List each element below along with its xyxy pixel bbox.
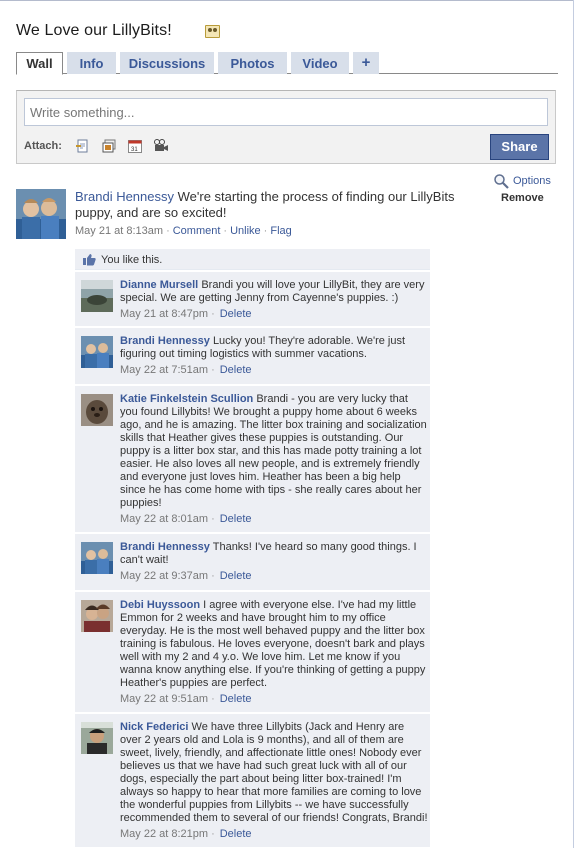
post-author-link[interactable]: Brandi Hennessy bbox=[75, 189, 174, 204]
avatar[interactable] bbox=[81, 542, 113, 574]
comment-meta: May 22 at 9:51am · Delete bbox=[120, 693, 428, 706]
attach-label: Attach: bbox=[24, 140, 62, 152]
tab-info[interactable]: Info bbox=[67, 52, 116, 74]
comment-text: I agree with everyone else. I've had my … bbox=[120, 599, 426, 689]
comment-body: Nick Federici We have three Lillybits (J… bbox=[120, 721, 428, 841]
photo-icon[interactable] bbox=[101, 138, 117, 154]
comment-timestamp: May 22 at 9:37am bbox=[120, 570, 209, 582]
tab-wall[interactable]: Wall bbox=[16, 52, 63, 75]
thumbs-up-icon bbox=[82, 253, 96, 266]
avatar[interactable] bbox=[81, 336, 113, 368]
avatar[interactable] bbox=[16, 189, 66, 239]
delete-comment-link[interactable]: Delete bbox=[220, 693, 252, 705]
magnifier-icon bbox=[493, 173, 510, 190]
delete-comment-link[interactable]: Delete bbox=[220, 364, 252, 376]
avatar[interactable] bbox=[81, 722, 113, 754]
flag-link[interactable]: Flag bbox=[270, 225, 291, 237]
comment-timestamp: May 22 at 8:01am bbox=[120, 513, 209, 525]
avatar[interactable] bbox=[81, 280, 113, 312]
post-content: Brandi Hennessy We're starting the proce… bbox=[75, 189, 475, 221]
tab-add-button[interactable]: + bbox=[353, 52, 379, 74]
delete-comment-link[interactable]: Delete bbox=[220, 570, 252, 582]
tab-bar: Wall Info Discussions Photos Video + bbox=[16, 52, 558, 75]
comment-author-link[interactable]: Brandi Hennessy bbox=[120, 541, 210, 553]
separator-dot: · bbox=[211, 693, 215, 705]
comment-timestamp: May 22 at 8:21pm bbox=[120, 828, 209, 840]
share-button[interactable]: Share bbox=[490, 134, 549, 160]
post-meta: May 21 at 8:13am · Comment · Unlike · Flag bbox=[75, 225, 292, 237]
options-link[interactable]: Options bbox=[513, 175, 551, 187]
video-icon[interactable] bbox=[153, 138, 169, 154]
comment-meta: May 22 at 7:51am · Delete bbox=[120, 364, 428, 377]
separator-dot: · bbox=[211, 513, 215, 525]
comment-item: Nick Federici We have three Lillybits (J… bbox=[75, 714, 430, 848]
separator-dot: · bbox=[166, 225, 170, 237]
comment-body: Debi Huyssoon I agree with everyone else… bbox=[120, 599, 428, 706]
comment-item: Dianne Mursell Brandi you will love your… bbox=[75, 272, 430, 327]
comment-text: Brandi - you are very lucky that you fou… bbox=[120, 393, 427, 509]
delete-comment-link[interactable]: Delete bbox=[220, 828, 252, 840]
comment-text: We have three Lillybits (Jack and Henry … bbox=[120, 721, 428, 824]
comment-body: Brandi Hennessy Lucky you! They're adora… bbox=[120, 335, 428, 377]
profile-card-icon[interactable] bbox=[205, 25, 220, 38]
comment-timestamp: May 22 at 7:51am bbox=[120, 364, 209, 376]
comment-author-link[interactable]: Nick Federici bbox=[120, 721, 188, 733]
like-text: You like this. bbox=[101, 254, 163, 266]
tab-discussions[interactable]: Discussions bbox=[120, 52, 214, 74]
comment-body: Katie Finkelstein Scullion Brandi - you … bbox=[120, 393, 428, 526]
comment-timestamp: May 21 at 8:47pm bbox=[120, 308, 209, 320]
comment-item: Brandi Hennessy Thanks! I've heard so ma… bbox=[75, 534, 430, 591]
separator-dot: · bbox=[211, 364, 215, 376]
tab-photos[interactable]: Photos bbox=[218, 52, 287, 74]
event-icon[interactable]: 31 bbox=[127, 138, 143, 154]
delete-comment-link[interactable]: Delete bbox=[220, 513, 252, 525]
separator-dot: · bbox=[211, 570, 215, 582]
comment-author-link[interactable]: Debi Huyssoon bbox=[120, 599, 200, 611]
link-icon[interactable] bbox=[75, 138, 91, 154]
comment-link[interactable]: Comment bbox=[173, 225, 221, 237]
comment-item: Debi Huyssoon I agree with everyone else… bbox=[75, 592, 430, 713]
comment-meta: May 21 at 8:47pm · Delete bbox=[120, 308, 428, 321]
page-title: We Love our LillyBits! bbox=[16, 22, 172, 39]
avatar[interactable] bbox=[81, 600, 113, 632]
svg-text:31: 31 bbox=[131, 147, 138, 153]
comment-body: Brandi Hennessy Thanks! I've heard so ma… bbox=[120, 541, 428, 583]
separator-dot: · bbox=[223, 225, 228, 237]
comment-author-link[interactable]: Brandi Hennessy bbox=[120, 335, 210, 347]
comment-meta: May 22 at 9:37am · Delete bbox=[120, 570, 428, 583]
avatar[interactable] bbox=[81, 394, 113, 426]
wall-composer: Attach: 31 Share bbox=[16, 90, 556, 164]
separator-dot: · bbox=[211, 308, 215, 320]
top-border bbox=[0, 0, 574, 1]
comment-meta: May 22 at 8:01am · Delete bbox=[120, 513, 428, 526]
remove-button[interactable]: Remove bbox=[501, 192, 544, 204]
unlike-link[interactable]: Unlike bbox=[230, 225, 261, 237]
comment-item: Katie Finkelstein Scullion Brandi - you … bbox=[75, 386, 430, 533]
separator-dot: · bbox=[263, 225, 268, 237]
comment-timestamp: May 22 at 9:51am bbox=[120, 693, 209, 705]
post-timestamp: May 21 at 8:13am bbox=[75, 225, 164, 237]
tab-video[interactable]: Video bbox=[291, 52, 349, 74]
comment-item: Brandi Hennessy Lucky you! They're adora… bbox=[75, 328, 430, 385]
write-something-input[interactable] bbox=[24, 98, 548, 126]
comment-meta: May 22 at 8:21pm · Delete bbox=[120, 828, 428, 841]
separator-dot: · bbox=[211, 828, 215, 840]
comment-author-link[interactable]: Dianne Mursell bbox=[120, 279, 198, 291]
like-summary: You like this. bbox=[75, 249, 430, 270]
comment-body: Dianne Mursell Brandi you will love your… bbox=[120, 279, 428, 321]
delete-comment-link[interactable]: Delete bbox=[220, 308, 252, 320]
comment-author-link[interactable]: Katie Finkelstein Scullion bbox=[120, 393, 253, 405]
